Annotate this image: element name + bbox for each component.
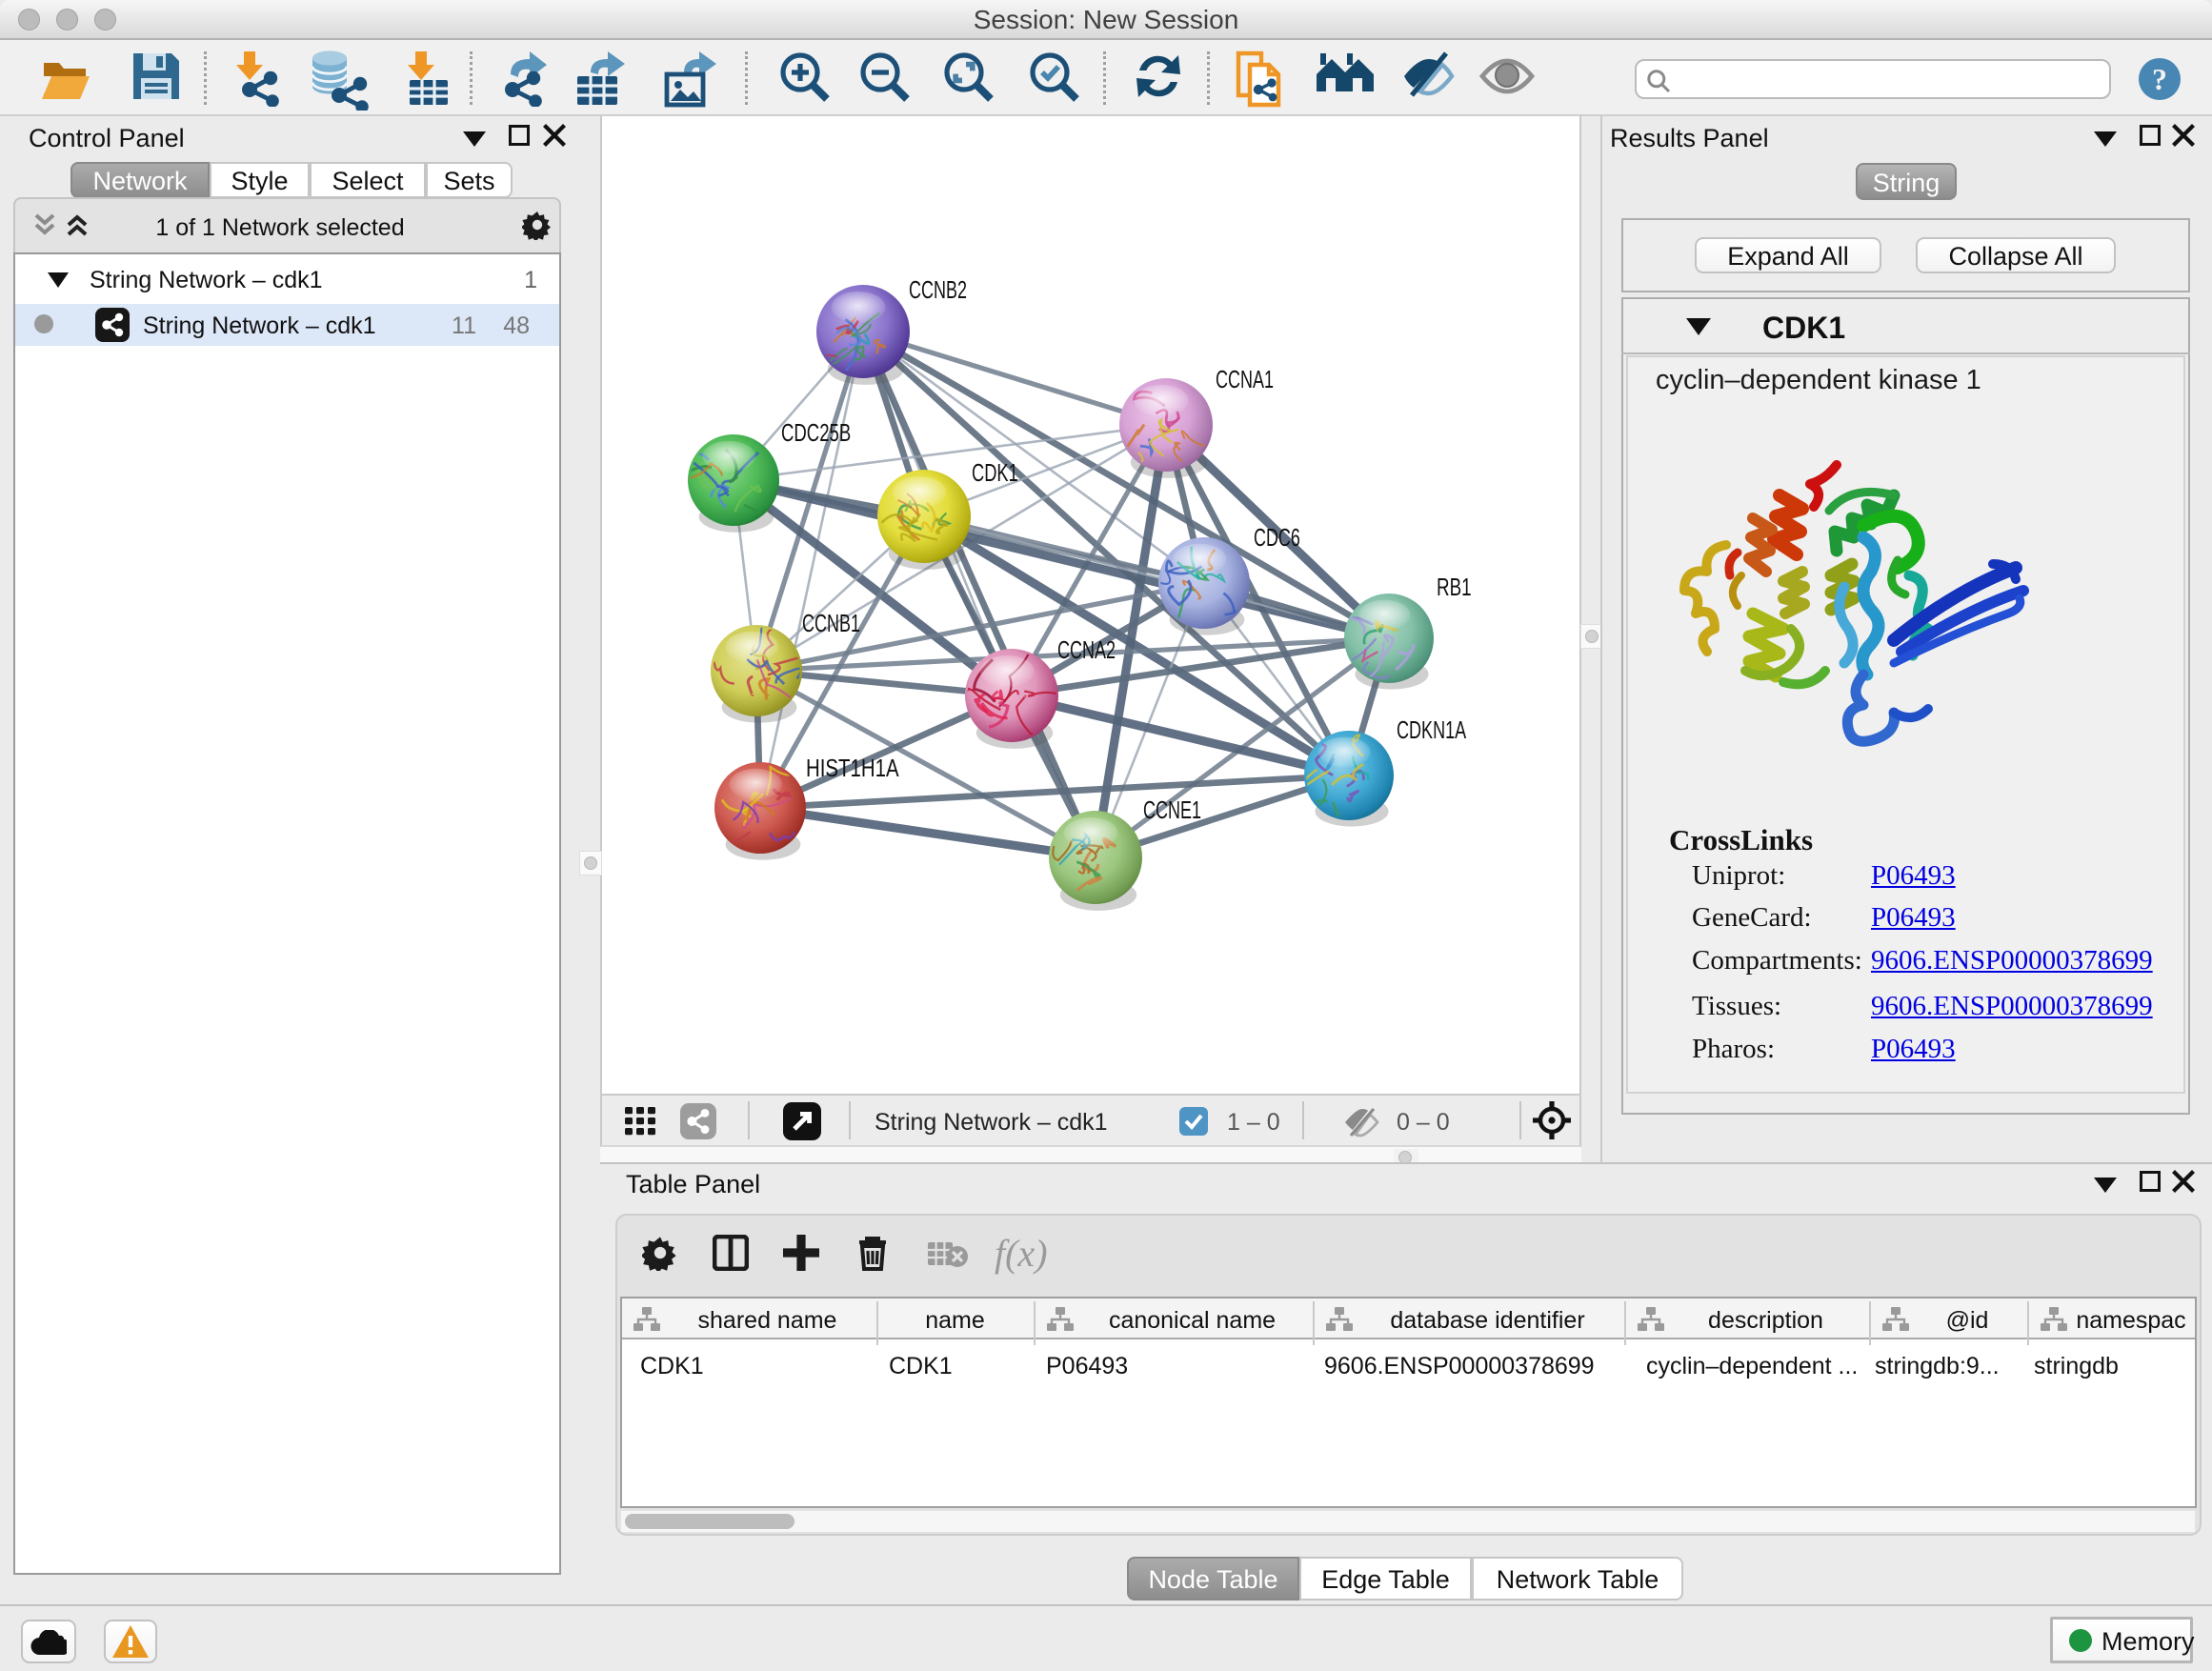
svg-text:CDK1: CDK1 <box>972 458 1018 487</box>
svg-text:CDC25B: CDC25B <box>781 418 851 447</box>
svg-text:?: ? <box>2152 62 2167 96</box>
svg-text:CDKN1A: CDKN1A <box>1397 715 1467 744</box>
svg-text:CCNE1: CCNE1 <box>1143 795 1201 824</box>
svg-text:CCNB2: CCNB2 <box>909 275 967 304</box>
svg-text:CCNA1: CCNA1 <box>1216 365 1274 393</box>
svg-text:RB1: RB1 <box>1437 573 1472 601</box>
svg-text:HIST1H1A: HIST1H1A <box>806 754 899 782</box>
svg-text:CCNA2: CCNA2 <box>1057 635 1116 664</box>
svg-text:CDC6: CDC6 <box>1254 523 1300 552</box>
svg-text:CCNB1: CCNB1 <box>802 609 860 637</box>
